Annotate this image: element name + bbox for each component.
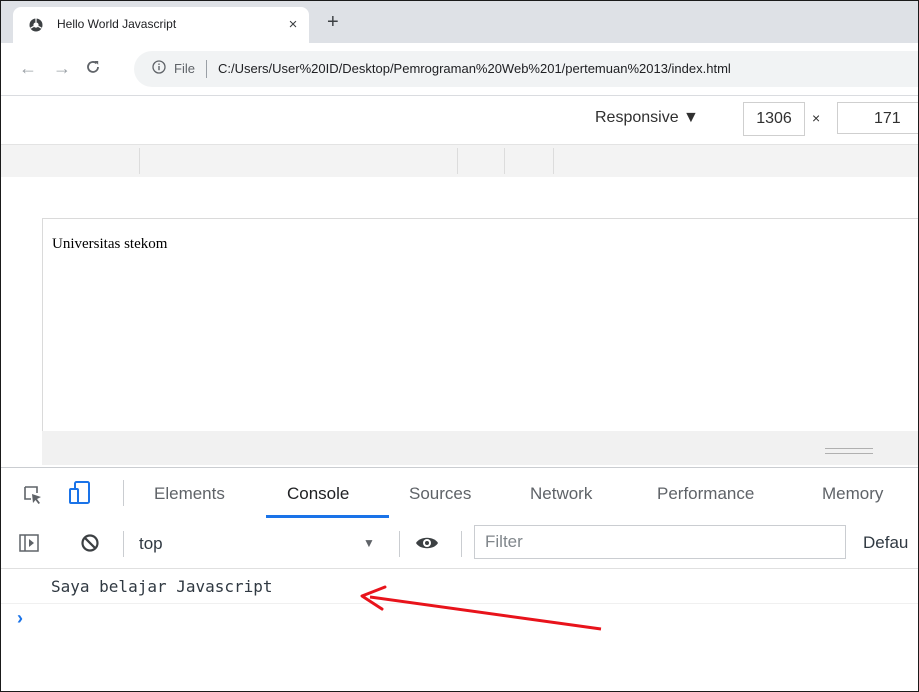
clear-console-icon[interactable] xyxy=(80,533,100,553)
device-toolbar: Responsive ▼ 1306 × 171 xyxy=(1,96,918,145)
eye-icon[interactable] xyxy=(415,533,439,553)
address-separator xyxy=(206,60,207,78)
reload-icon xyxy=(87,61,99,73)
media-query-divider xyxy=(139,148,140,174)
resize-handle-icon[interactable] xyxy=(825,448,873,454)
tab-sources[interactable]: Sources xyxy=(409,484,471,504)
browser-window: Hello World Javascript × + ← → File C:/U… xyxy=(0,0,919,692)
page-body-text: Universitas stekom xyxy=(52,236,168,252)
tab-memory[interactable]: Memory xyxy=(822,484,883,504)
inspect-element-icon[interactable] xyxy=(23,485,43,505)
tab-performance[interactable]: Performance xyxy=(657,484,754,504)
back-button[interactable]: ← xyxy=(19,58,37,79)
url-text[interactable]: C:/Users/User%20ID/Desktop/Pemrograman%2… xyxy=(218,61,731,76)
browser-tab[interactable]: Hello World Javascript × xyxy=(13,7,309,43)
toolbar-divider xyxy=(461,531,462,557)
responsive-dropdown[interactable]: Responsive ▼ xyxy=(595,109,699,127)
active-tab-indicator xyxy=(266,515,389,518)
toolbar-divider xyxy=(399,531,400,557)
toolbar-divider xyxy=(123,531,124,557)
media-query-bar[interactable] xyxy=(1,145,918,177)
viewport-height-input[interactable]: 171 xyxy=(837,102,918,134)
console-message-text: Saya belajar Javascript xyxy=(51,577,273,596)
browser-toolbar: ← → File C:/Users/User%20ID/Desktop/Pemr… xyxy=(1,43,918,96)
tab-title: Hello World Javascript xyxy=(57,17,177,31)
devtools-tab-bar: Elements Console Sources Network Perform… xyxy=(1,467,918,520)
media-query-divider xyxy=(504,148,505,174)
scheme-label: File xyxy=(174,61,195,76)
console-toolbar: top ▼ Defau xyxy=(1,519,918,569)
page-viewport: Universitas stekom xyxy=(42,218,918,432)
viewport-resize-bar[interactable] xyxy=(42,431,918,465)
console-message: Saya belajar Javascript xyxy=(1,569,918,604)
tab-console[interactable]: Console xyxy=(287,484,349,504)
context-label: top xyxy=(139,534,163,553)
toolbar-divider xyxy=(123,480,124,506)
console-filter-input[interactable] xyxy=(474,525,846,559)
device-toggle-icon[interactable] xyxy=(69,481,91,505)
log-levels-dropdown[interactable]: Defau xyxy=(863,533,908,553)
chrome-favicon-icon xyxy=(29,18,43,32)
media-query-divider xyxy=(553,148,554,174)
device-viewport-area: Universitas stekom xyxy=(1,177,918,467)
address-bar[interactable]: File C:/Users/User%20ID/Desktop/Pemrogra… xyxy=(134,51,918,87)
dropdown-caret-icon: ▼ xyxy=(363,536,375,550)
new-tab-button[interactable]: + xyxy=(327,12,339,32)
sidebar-toggle-icon[interactable] xyxy=(19,533,39,553)
console-output: Saya belajar Javascript › xyxy=(1,569,918,691)
tab-close-button[interactable]: × xyxy=(285,16,301,33)
tab-elements[interactable]: Elements xyxy=(154,484,225,504)
tab-strip: Hello World Javascript × + xyxy=(1,1,918,43)
console-prompt[interactable]: › xyxy=(1,604,918,634)
forward-button[interactable]: → xyxy=(53,58,71,79)
media-query-divider xyxy=(457,148,458,174)
dimension-separator: × xyxy=(812,110,821,126)
reload-button[interactable] xyxy=(85,58,101,80)
info-icon[interactable] xyxy=(152,60,166,74)
prompt-chevron-icon: › xyxy=(17,608,23,628)
context-selector[interactable]: top ▼ xyxy=(137,532,391,556)
tab-network[interactable]: Network xyxy=(530,484,592,504)
viewport-width-input[interactable]: 1306 xyxy=(743,102,805,136)
